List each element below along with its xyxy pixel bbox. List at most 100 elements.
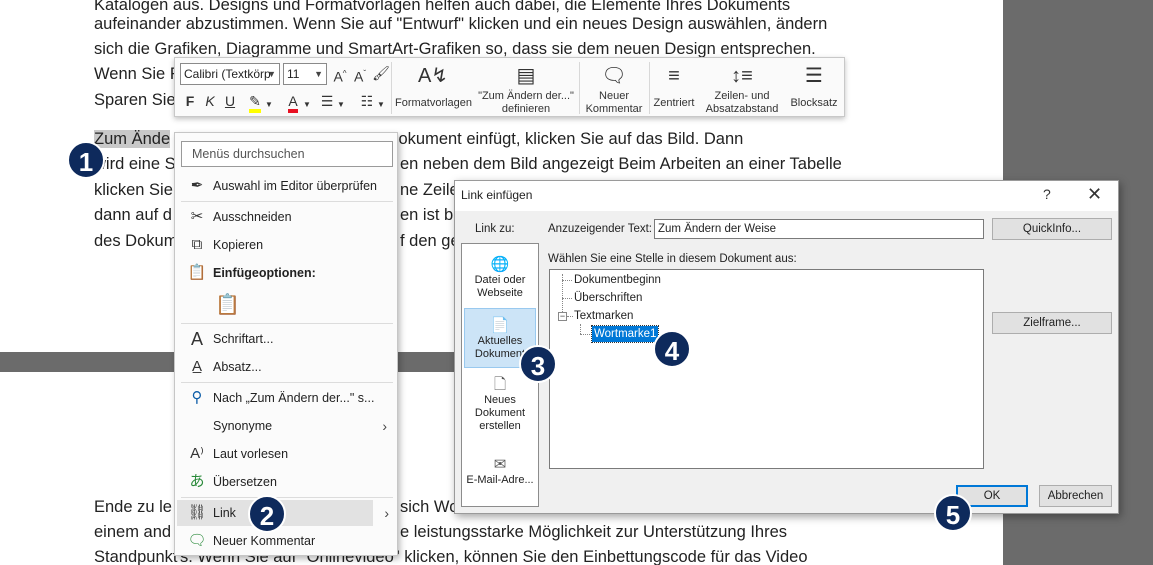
doc-line: en neben dem Bild angezeigt Beim Arbeite… <box>400 155 842 173</box>
quickinfo-button[interactable]: QuickInfo... <box>992 218 1112 240</box>
chevron-down-icon[interactable]: ▼ <box>377 96 385 114</box>
menu-item-font[interactable]: A Schriftart... <box>177 326 395 352</box>
center-button[interactable]: ≡ Zentriert <box>651 62 697 110</box>
doc-line: Ende zu le <box>94 498 172 516</box>
shrink-font-icon[interactable]: Aˇ <box>351 65 369 86</box>
doc-line: Sparen Sie <box>94 91 176 109</box>
doc-line: f den ge <box>400 232 460 250</box>
tree-node-bookmark-item[interactable]: Wortmarke1 <box>590 325 660 343</box>
paste-text-only-icon: 📋 <box>215 294 240 316</box>
doc-line: Wenn Sie F <box>94 65 180 83</box>
tree-connector <box>562 298 572 299</box>
translate-icon: あ <box>189 473 205 490</box>
doc-line: aufeinander abzustimmen. Wenn Sie auf "E… <box>94 15 828 33</box>
targetframe-button[interactable]: Zielframe... <box>992 312 1112 334</box>
line-spacing-button[interactable]: ↕≡ Zeilen- und Absatzabstand <box>701 62 783 116</box>
menu-item-new-comment[interactable]: 🗨 Neuer Kommentar <box>177 528 395 554</box>
menu-item-paste-options: 📋 Einfügeoptionen: <box>177 260 395 286</box>
chevron-down-icon[interactable]: ▼ <box>303 96 311 114</box>
display-text-input[interactable]: Zum Ändern der Weise <box>654 219 984 239</box>
display-text-label: Anzuzeigender Text: <box>548 223 652 235</box>
define-style-icon: ▤ <box>516 65 536 87</box>
tree-node-doc-start[interactable]: Dokumentbeginn <box>574 272 661 288</box>
doc-line: des Dokum <box>94 232 178 250</box>
tree-collapse-toggle[interactable]: − <box>558 312 567 321</box>
chevron-down-icon: ▼ <box>314 69 323 79</box>
document-place-tree[interactable]: Dokumentbeginn Überschriften − Textmarke… <box>549 269 984 469</box>
justify-icon: ☰ <box>805 65 823 87</box>
font-color-icon[interactable]: A <box>283 92 303 113</box>
link-to-email[interactable]: ✉ E-Mail-Adre... <box>464 456 536 487</box>
cancel-button[interactable]: Abbrechen <box>1039 485 1112 507</box>
italic-button[interactable]: K <box>203 92 217 110</box>
font-family-select[interactable]: Calibri (Textkörp ▼ <box>180 63 280 85</box>
chevron-down-icon[interactable]: ▼ <box>337 96 345 114</box>
context-menu: Menüs durchsuchen ✒ Auswahl im Editor übe… <box>174 132 398 556</box>
email-icon: ✉ <box>493 456 507 473</box>
doc-line-selected[interactable]: Zum Ände <box>94 128 171 150</box>
doc-line: en ist b <box>400 206 454 224</box>
tree-node-headings[interactable]: Überschriften <box>574 290 642 306</box>
menu-item-synonyms[interactable]: Synonyme › <box>177 413 395 439</box>
read-aloud-icon: A⁾ <box>190 445 204 462</box>
styles-button[interactable]: A↯ Formatvorlagen <box>395 62 472 110</box>
menu-search-input[interactable]: Menüs durchsuchen <box>181 141 393 167</box>
format-painter-icon[interactable]: 🖌 <box>371 64 391 82</box>
bold-button[interactable]: F <box>183 92 197 110</box>
menu-separator <box>181 201 393 202</box>
new-comment-icon: 🗨 <box>187 532 207 549</box>
tree-connector <box>580 334 590 335</box>
dialog-title: Link einfügen <box>461 188 533 202</box>
close-icon[interactable]: ✕ <box>1087 184 1102 205</box>
menu-item-editor[interactable]: ✒ Auswahl im Editor überprüfen <box>177 173 395 199</box>
line-spacing-icon: ↕≡ <box>731 65 753 87</box>
chevron-down-icon[interactable]: ▼ <box>265 96 273 114</box>
dialog-titlebar: Link einfügen ? ✕ <box>455 181 1118 211</box>
comment-plus-icon: 🗨 <box>601 65 627 87</box>
doc-line: dann auf d <box>94 206 172 224</box>
menu-separator <box>181 323 393 324</box>
new-comment-button[interactable]: 🗨 Neuer Kommentar <box>581 62 647 116</box>
grow-font-icon[interactable]: A^ <box>331 65 349 86</box>
doc-line: wird eine S <box>94 155 176 173</box>
tree-connector <box>580 324 581 334</box>
doc-line: e leistungsstarke Möglichkeit zur Unters… <box>400 523 788 541</box>
styles-icon: A↯ <box>417 65 449 87</box>
menu-separator <box>181 382 393 383</box>
paste-icon: 📋 <box>187 264 207 281</box>
doc-line: Standpunkt <box>94 548 178 565</box>
tree-node-bookmarks[interactable]: Textmarken <box>574 308 633 324</box>
toolbar-separator <box>579 62 580 114</box>
mini-toolbar: Calibri (Textkörp ▼ 11 ▼ A^ Aˇ 🖌 F K U ✎ ▼… <box>174 57 845 117</box>
help-icon[interactable]: ? <box>1043 186 1051 202</box>
menu-item-translate[interactable]: あ Übersetzen <box>177 469 395 495</box>
link-to-file-web[interactable]: 🌐 Datei oder Webseite <box>464 256 536 300</box>
highlight-color-icon[interactable]: ✎ <box>245 92 265 113</box>
bullets-icon[interactable]: ☰ <box>317 92 337 110</box>
menu-item-search[interactable]: ⚲ Nach „Zum Ändern der..." s... <box>177 385 395 411</box>
doc-line: sich Wo <box>400 498 459 516</box>
menu-item-cut[interactable]: ✂ Ausschneiden <box>177 204 395 230</box>
paste-keep-text-button[interactable]: 📋 <box>177 292 395 318</box>
justify-button[interactable]: ☰ Blocksatz <box>787 62 841 110</box>
link-icon: ⛓ <box>187 504 207 521</box>
menu-separator <box>181 497 393 498</box>
link-to-new-document[interactable]: 🗋 Neues Dokument erstellen <box>464 376 536 433</box>
define-style-button[interactable]: ▤ "Zum Ändern der..." definieren <box>477 62 575 116</box>
font-size-select[interactable]: 11 ▼ <box>283 63 327 85</box>
font-icon: A <box>190 329 203 349</box>
tree-connector <box>567 316 573 317</box>
toolbar-separator <box>649 62 650 114</box>
menu-item-copy[interactable]: ⧉ Kopieren <box>177 232 395 258</box>
paragraph-icon: A̲ <box>191 358 202 375</box>
selected-text[interactable]: Zum Ände <box>94 130 171 148</box>
step-badge-3: 3 <box>519 345 557 383</box>
search-icon: ⚲ <box>191 389 203 406</box>
numbering-icon[interactable]: ☷ <box>357 92 377 110</box>
step-badge-2: 2 <box>248 495 286 533</box>
menu-item-read-aloud[interactable]: A⁾ Laut vorlesen <box>177 441 395 467</box>
doc-line: klicken Sie <box>94 181 173 199</box>
menu-item-paragraph[interactable]: A̲ Absatz... <box>177 354 395 380</box>
underline-button[interactable]: U <box>223 92 237 110</box>
menu-item-link-submenu[interactable]: › <box>375 500 395 526</box>
